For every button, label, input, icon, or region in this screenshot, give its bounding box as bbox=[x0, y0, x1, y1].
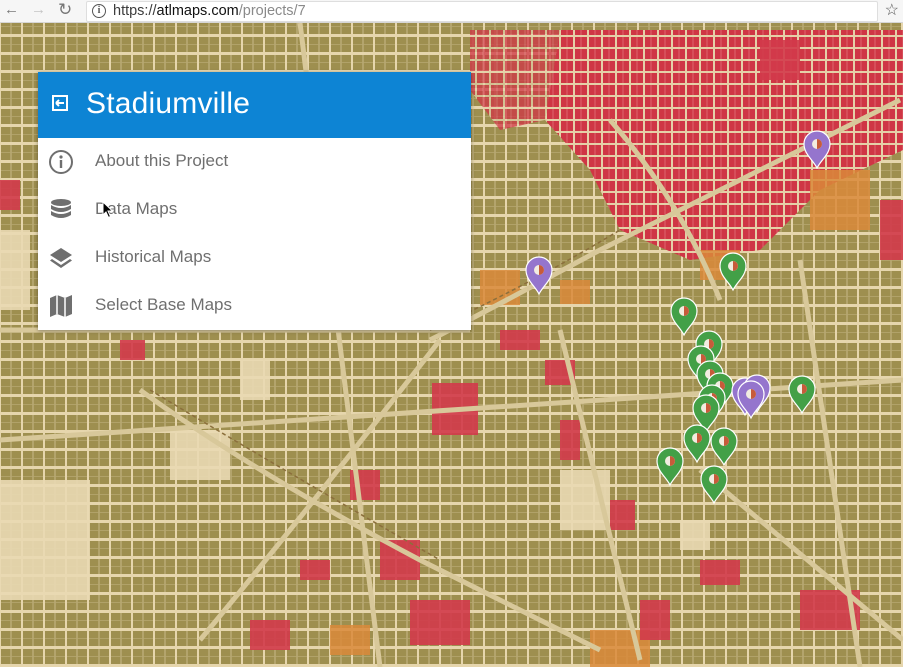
orange-parcel bbox=[330, 625, 370, 655]
open-land bbox=[240, 360, 270, 400]
url-text[interactable]: https://atlmaps.com/projects/7 bbox=[113, 3, 306, 19]
red-parcel bbox=[120, 340, 145, 360]
database-icon bbox=[51, 199, 71, 218]
project-title: Stadiumville bbox=[86, 87, 251, 120]
red-parcel bbox=[700, 560, 740, 585]
address-bar[interactable]: i https://atlmaps.com/projects/7 bbox=[86, 1, 878, 22]
back-arrow-icon[interactable]: ← bbox=[4, 1, 19, 19]
red-parcel bbox=[0, 180, 20, 210]
exit-icon[interactable] bbox=[52, 95, 68, 111]
red-parcel bbox=[560, 420, 580, 460]
red-parcel bbox=[500, 330, 540, 350]
red-parcel bbox=[640, 600, 670, 640]
forward-arrow-icon[interactable]: → bbox=[31, 1, 46, 19]
menu-item-about[interactable]: About this Project bbox=[38, 138, 471, 186]
red-parcel bbox=[300, 560, 330, 580]
open-land bbox=[0, 230, 30, 310]
open-land bbox=[680, 520, 710, 550]
menu-item-base-maps[interactable]: Select Base Maps bbox=[38, 282, 471, 330]
orange-parcel bbox=[480, 270, 520, 305]
red-parcel bbox=[250, 620, 290, 650]
browser-toolbar: ← → ↻ i https://atlmaps.com/projects/7 ☆ bbox=[0, 0, 903, 23]
map-icon bbox=[50, 295, 72, 317]
star-icon[interactable]: ☆ bbox=[885, 0, 899, 20]
menu-item-historical-maps[interactable]: Historical Maps bbox=[38, 234, 471, 282]
menu-item-label: Select Base Maps bbox=[95, 295, 233, 314]
layers-icon bbox=[50, 248, 72, 268]
open-land bbox=[170, 430, 230, 480]
open-land bbox=[0, 480, 90, 600]
site-info-icon[interactable]: i bbox=[92, 4, 106, 18]
reload-icon[interactable]: ↻ bbox=[58, 1, 72, 19]
panel-header: Stadiumville bbox=[38, 72, 471, 138]
orange-parcel bbox=[810, 170, 870, 230]
info-circle-icon bbox=[49, 150, 73, 174]
red-parcel bbox=[880, 200, 903, 260]
red-parcel bbox=[760, 40, 800, 80]
orange-parcel bbox=[560, 280, 590, 304]
mouse-cursor-icon bbox=[102, 201, 114, 219]
menu-item-label: Historical Maps bbox=[95, 247, 212, 266]
menu-item-label: About this Project bbox=[95, 151, 229, 170]
red-parcel bbox=[380, 540, 420, 580]
red-parcel bbox=[610, 500, 635, 530]
red-parcel bbox=[410, 600, 470, 645]
